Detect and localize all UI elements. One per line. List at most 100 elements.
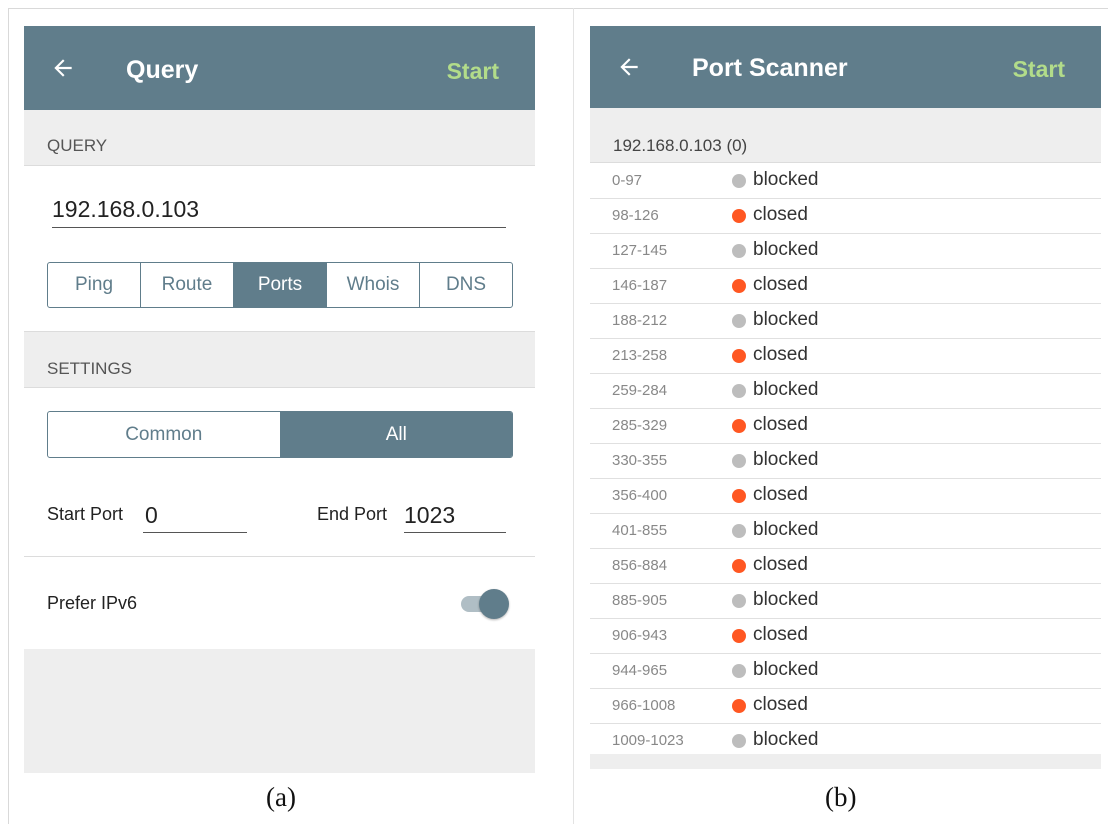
status-dot-icon (732, 489, 746, 503)
status-dot-icon (732, 384, 746, 398)
status-dot-icon (732, 244, 746, 258)
status-dot-icon (732, 699, 746, 713)
port-result-row[interactable]: 401-855 blocked (590, 514, 1101, 549)
list-footer (590, 754, 1101, 769)
port-result-row[interactable]: 259-284 blocked (590, 374, 1101, 409)
port-range: 285-329 (612, 417, 668, 434)
query-appbar: Query Start (24, 26, 535, 110)
figure-border-top (8, 8, 1108, 9)
toggle-knob[interactable] (479, 589, 509, 619)
port-range: 944-965 (612, 662, 668, 679)
port-result-row[interactable]: 885-905 blocked (590, 584, 1101, 619)
status-dot-icon (732, 454, 746, 468)
port-range: 98-126 (612, 207, 659, 224)
port-result-row[interactable]: 213-258 closed (590, 339, 1101, 374)
page-title: Query (126, 56, 199, 84)
port-range: 1009-1023 (612, 732, 684, 749)
port-status: blocked (753, 169, 819, 190)
tool-tab-whois[interactable]: Whois (327, 263, 420, 307)
port-result-row[interactable]: 966-1008 closed (590, 689, 1101, 724)
port-status: closed (753, 204, 808, 225)
tool-tab-dns[interactable]: DNS (420, 263, 512, 307)
start-port-input[interactable]: 0 (143, 498, 247, 533)
port-status: blocked (753, 449, 819, 470)
figure-border-left (8, 8, 9, 824)
tool-tab-ping[interactable]: Ping (48, 263, 141, 307)
port-result-row[interactable]: 330-355 blocked (590, 444, 1101, 479)
port-range: 213-258 (612, 347, 668, 364)
port-range: 0-97 (612, 172, 643, 189)
port-result-row[interactable]: 285-329 closed (590, 409, 1101, 444)
port-status: blocked (753, 239, 819, 260)
port-result-row[interactable]: 356-400 closed (590, 479, 1101, 514)
port-status: blocked (753, 659, 819, 680)
start-button[interactable]: Start (1013, 54, 1065, 84)
figure-divider (573, 8, 574, 824)
end-port-label: End Port (317, 504, 388, 524)
port-scanner-screen: Port Scanner Start 192.168.0.103 (0) 0-9… (590, 26, 1101, 769)
port-range: 966-1008 (612, 697, 676, 714)
status-dot-icon (732, 524, 746, 538)
port-status: closed (753, 694, 808, 715)
tool-tab-route[interactable]: Route (141, 263, 234, 307)
arrow-left-icon[interactable] (50, 55, 76, 81)
port-scanner-appbar: Port Scanner Start (590, 26, 1101, 108)
header-spacer (590, 108, 1101, 129)
port-range: 259-284 (612, 382, 668, 399)
status-dot-icon (732, 174, 746, 188)
port-status: closed (753, 414, 808, 435)
host-header: 192.168.0.103 (0) (590, 129, 1101, 163)
port-status: blocked (753, 379, 819, 400)
port-status: closed (753, 344, 808, 365)
port-result-row[interactable]: 146-187 closed (590, 269, 1101, 304)
port-result-row[interactable]: 127-145 blocked (590, 234, 1101, 269)
status-dot-icon (732, 664, 746, 678)
port-result-row[interactable]: 188-212 blocked (590, 304, 1101, 339)
status-dot-icon (732, 594, 746, 608)
port-status: blocked (753, 729, 819, 750)
tool-tab-ports[interactable]: Ports (234, 263, 327, 307)
scan-mode-common[interactable]: Common (48, 412, 281, 457)
start-port-label: Start Port (47, 504, 124, 524)
caption-a: (a) (266, 782, 296, 812)
port-range: 188-212 (612, 312, 668, 329)
port-range: 401-855 (612, 522, 668, 539)
port-status: closed (753, 624, 808, 645)
port-range: 906-943 (612, 627, 668, 644)
port-range: 127-145 (612, 242, 668, 259)
divider (24, 556, 535, 557)
status-dot-icon (732, 209, 746, 223)
port-range: 885-905 (612, 592, 668, 609)
port-results-list: 0-97 blocked 98-126 closed 127-145 blocked 146… (590, 164, 1101, 759)
prefer-ipv6-label: Prefer IPv6 (47, 593, 138, 613)
status-dot-icon (732, 419, 746, 433)
arrow-left-icon[interactable] (616, 54, 642, 80)
port-status: closed (753, 484, 808, 505)
port-result-row[interactable]: 906-943 closed (590, 619, 1101, 654)
end-port-input[interactable]: 1023 (404, 498, 506, 533)
settings-section-header: SETTINGS (24, 331, 535, 388)
status-dot-icon (732, 314, 746, 328)
query-section-header: QUERY (24, 110, 535, 166)
status-dot-icon (732, 349, 746, 363)
port-range: 856-884 (612, 557, 668, 574)
port-range: 146-187 (612, 277, 668, 294)
port-result-row[interactable]: 98-126 closed (590, 199, 1101, 234)
caption-b: (b) (825, 782, 857, 812)
query-screen: Query Start QUERY 192.168.0.103 Ping Rout… (24, 26, 535, 773)
port-status: blocked (753, 309, 819, 330)
port-status: closed (753, 274, 808, 295)
port-range: 356-400 (612, 487, 668, 504)
port-status: blocked (753, 589, 819, 610)
start-button[interactable]: Start (447, 56, 499, 86)
port-result-row[interactable]: 944-965 blocked (590, 654, 1101, 689)
page-title: Port Scanner (692, 54, 848, 82)
status-dot-icon (732, 629, 746, 643)
port-result-row[interactable]: 0-97 blocked (590, 164, 1101, 199)
scan-mode-all[interactable]: All (280, 412, 512, 457)
status-dot-icon (732, 279, 746, 293)
ip-address-input[interactable]: 192.168.0.103 (52, 191, 506, 228)
port-result-row[interactable]: 856-884 closed (590, 549, 1101, 584)
port-range: 330-355 (612, 452, 668, 469)
tool-selector: Ping Route Ports Whois DNS (47, 262, 513, 308)
